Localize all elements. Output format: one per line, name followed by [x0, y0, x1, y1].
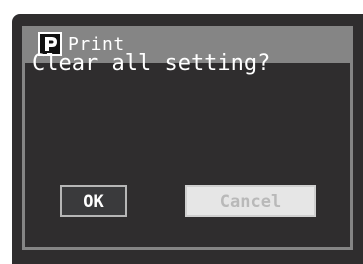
dialog-body	[25, 63, 350, 247]
cancel-button[interactable]: Cancel	[185, 185, 316, 217]
confirmation-message: Clear all setting?	[32, 51, 271, 76]
ok-button[interactable]: OK	[60, 185, 127, 217]
